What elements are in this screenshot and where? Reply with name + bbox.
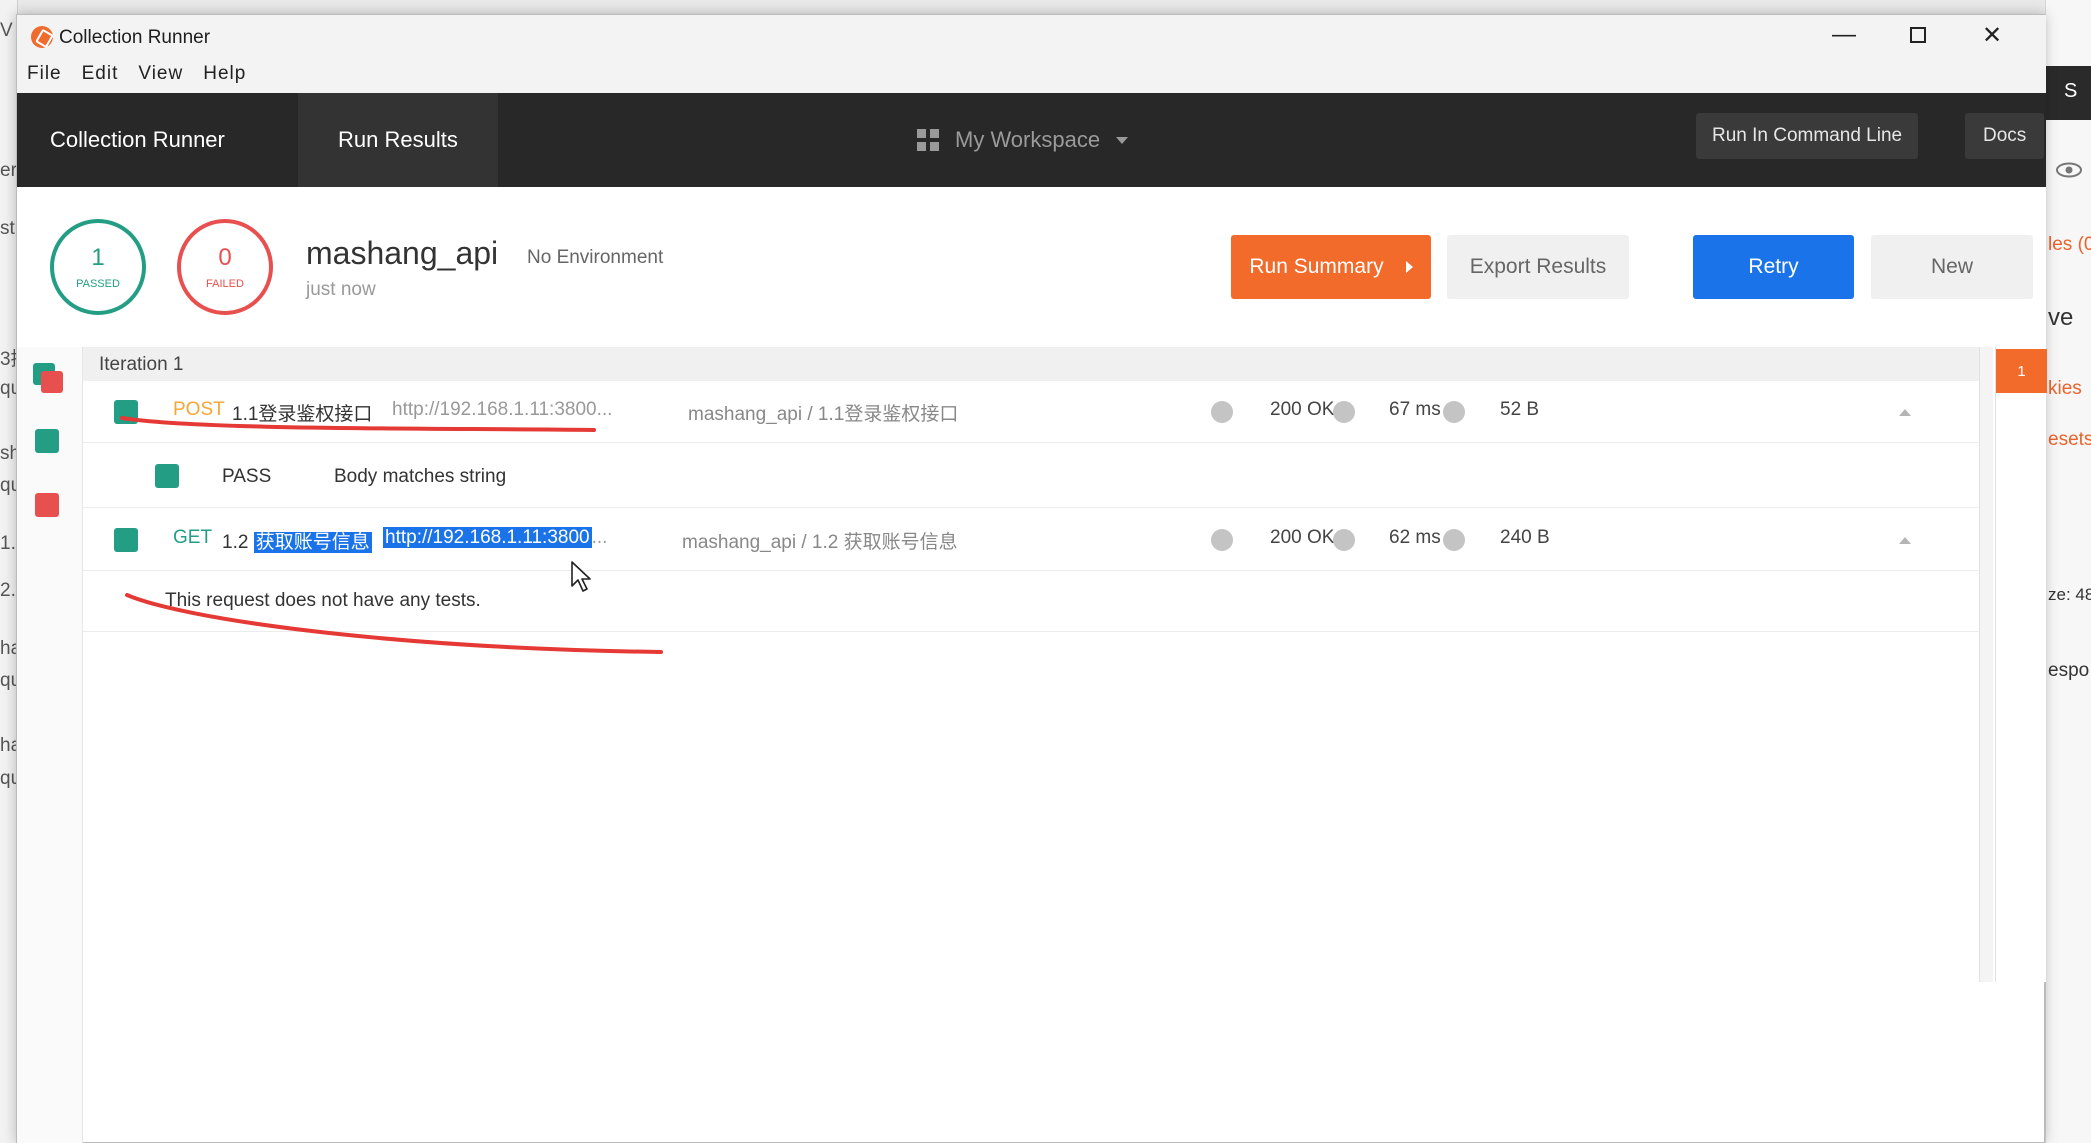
no-tests-message: This request does not have any tests. xyxy=(165,590,481,611)
request-row[interactable]: GET 1.2 获取账号信息 http://192.168.1.11:3800.… xyxy=(83,509,1979,571)
chevron-down-icon xyxy=(1116,136,1129,144)
docs-button[interactable]: Docs xyxy=(1965,113,2045,159)
tab-run-results[interactable]: Run Results xyxy=(298,93,498,187)
bg-text: kies xyxy=(2048,378,2082,399)
response-status: 200 OK xyxy=(1270,527,1335,548)
url-ellipsis: ... xyxy=(591,527,608,548)
time-dot-icon xyxy=(1333,529,1355,551)
run-summary-label: Run Summary xyxy=(1249,255,1384,278)
new-button[interactable]: New xyxy=(1871,235,2033,299)
response-size: 240 B xyxy=(1500,527,1550,548)
menu-file[interactable]: File xyxy=(27,63,62,85)
workspace-grid-icon xyxy=(917,129,939,151)
run-summary-button[interactable]: Run Summary xyxy=(1231,235,1431,299)
request-method: GET xyxy=(173,527,213,548)
size-dot-icon xyxy=(1443,401,1465,423)
status-dot-icon xyxy=(1211,401,1233,423)
bg-text: ve xyxy=(2048,304,2074,331)
filter-all[interactable] xyxy=(33,363,67,397)
size-dot-icon xyxy=(1443,529,1465,551)
bg-text: S xyxy=(2046,66,2091,120)
iteration-badge[interactable]: 1 xyxy=(1996,349,2047,393)
collapse-caret-icon[interactable] xyxy=(1899,537,1911,544)
menu-bar: File Edit View Help xyxy=(17,55,2046,93)
bg-text: ze: 48 xyxy=(2048,585,2091,604)
all-fail-square-icon xyxy=(41,371,63,393)
collection-runner-window: Collection Runner — ✕ File Edit View Hel… xyxy=(16,14,2047,1143)
request-url: http://192.168.1.11:3800... xyxy=(392,399,613,420)
passed-count: 1 xyxy=(91,244,105,271)
top-nav: Collection Runner Run Results My Workspa… xyxy=(17,93,2046,187)
passed-label: PASSED xyxy=(76,278,120,290)
status-square-icon xyxy=(114,528,138,552)
test-result: PASS xyxy=(222,466,272,487)
menu-view[interactable]: View xyxy=(138,63,183,85)
request-url: http://192.168.1.11:3800... xyxy=(383,527,607,549)
failed-count: 0 xyxy=(218,244,232,271)
test-name: Body matches string xyxy=(334,466,507,487)
request-method: POST xyxy=(173,399,225,420)
request-row[interactable]: POST 1.1登录鉴权接口 http://192.168.1.11:3800.… xyxy=(83,381,1979,443)
iteration-navigator: 1 xyxy=(1995,347,2047,982)
workspace-selector[interactable]: My Workspace xyxy=(917,93,1129,187)
bg-text: les (0 xyxy=(2048,234,2091,255)
eye-icon xyxy=(2056,162,2082,178)
failed-counter: 0 FAILED xyxy=(177,219,273,315)
window-title: Collection Runner xyxy=(59,27,211,48)
no-tests-row: This request does not have any tests. xyxy=(83,572,1979,632)
environment-label: No Environment xyxy=(527,247,664,268)
tab-collection-runner[interactable]: Collection Runner xyxy=(50,93,225,187)
selected-text: 获取账号信息 xyxy=(253,532,372,553)
caret-right-icon xyxy=(1405,261,1413,273)
minimize-icon[interactable]: — xyxy=(1807,15,1881,55)
request-path: mashang_api / 1.2 获取账号信息 xyxy=(682,532,958,553)
response-time: 62 ms xyxy=(1389,527,1441,548)
menu-edit[interactable]: Edit xyxy=(82,63,119,85)
postman-logo-icon xyxy=(31,26,53,48)
results-list: Iteration 1 POST 1.1登录鉴权接口 http://192.16… xyxy=(83,347,1979,982)
run-time: just now xyxy=(306,279,376,300)
collection-name: mashang_api xyxy=(306,235,499,271)
workspace-name: My Workspace xyxy=(955,127,1101,152)
failed-label: FAILED xyxy=(206,278,244,290)
collapse-caret-icon[interactable] xyxy=(1899,409,1911,416)
run-summary-header: 1 PASSED 0 FAILED mashang_api No Environ… xyxy=(17,187,2046,347)
mouse-cursor-icon xyxy=(571,561,591,592)
export-results-button[interactable]: Export Results xyxy=(1447,235,1629,299)
maximize-icon[interactable] xyxy=(1881,15,1955,55)
status-dot-icon xyxy=(1211,529,1233,551)
close-icon[interactable]: ✕ xyxy=(1955,15,2029,55)
filter-failed-icon[interactable] xyxy=(35,493,59,517)
menu-help[interactable]: Help xyxy=(203,63,246,85)
response-status: 200 OK xyxy=(1270,399,1335,420)
response-size: 52 B xyxy=(1500,399,1540,420)
iteration-header: Iteration 1 xyxy=(83,347,1979,381)
run-in-command-line-button[interactable]: Run In Command Line xyxy=(1696,113,1919,159)
title-bar[interactable]: Collection Runner — ✕ xyxy=(17,15,2046,55)
background-app-right: S les (0 ve kies esets ze: 48 espo xyxy=(2045,0,2091,1143)
filter-passed-icon[interactable] xyxy=(35,429,59,453)
status-square-icon xyxy=(114,400,138,424)
test-pass-square-icon xyxy=(155,464,179,488)
retry-button[interactable]: Retry xyxy=(1693,235,1854,299)
request-path: mashang_api / 1.1登录鉴权接口 xyxy=(688,404,959,425)
selected-url: http://192.168.1.11:3800 xyxy=(383,527,592,548)
bg-text: espo xyxy=(2048,660,2090,681)
request-name: 1.2 获取账号信息 xyxy=(222,527,372,554)
test-result-row: PASS Body matches string xyxy=(83,444,1979,508)
response-time: 67 ms xyxy=(1389,399,1441,420)
request-name: 1.1登录鉴权接口 xyxy=(232,404,373,425)
time-dot-icon xyxy=(1333,401,1355,423)
passed-counter: 1 PASSED xyxy=(50,219,146,315)
screen: V er st 3接 qu sh qu 1. 2. ha qu ha qu S … xyxy=(0,0,2091,1143)
request-name-prefix: 1.2 xyxy=(222,532,249,553)
bg-text: esets xyxy=(2048,429,2091,450)
results-scrollbar[interactable] xyxy=(1979,347,1993,982)
results-filter-strip xyxy=(17,347,83,1143)
